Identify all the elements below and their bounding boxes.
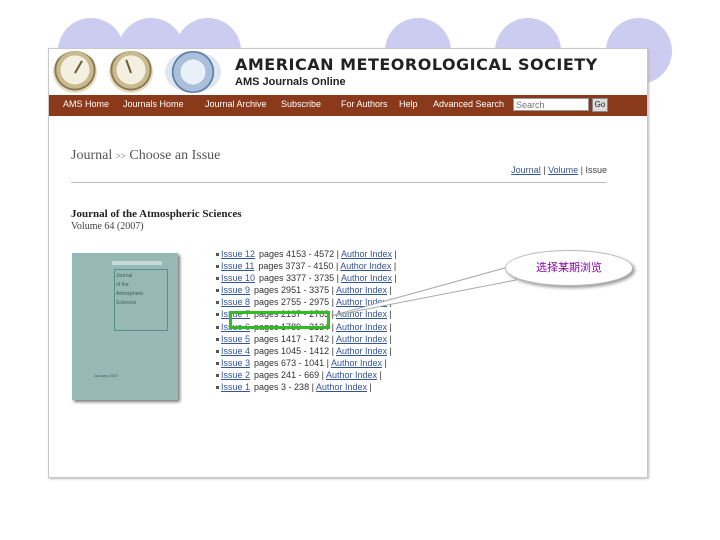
- nav-help[interactable]: Help: [399, 99, 418, 109]
- issue-pages: pages 2951 - 3375: [254, 285, 330, 296]
- bullet-icon: [216, 337, 219, 341]
- bullet-icon: [216, 325, 219, 329]
- issue-pages: pages 1045 - 1412: [254, 345, 330, 356]
- journal-title: Journal of the Atmospheric Sciences: [71, 208, 242, 220]
- nav-journals-home[interactable]: Journals Home: [123, 99, 184, 109]
- author-index-link[interactable]: Author Index: [341, 273, 392, 283]
- breadcrumb-sep: |: [543, 165, 546, 175]
- bullet-icon: [216, 373, 219, 377]
- breadcrumb-sep: |: [580, 165, 583, 175]
- ams-seal-logo: [165, 51, 221, 93]
- bullet-icon: [216, 301, 219, 305]
- nav-bar: AMS Home Journals Home Journal Archive S…: [49, 95, 647, 116]
- barometer-icon: [53, 51, 97, 93]
- list-item: Issue 10 pages 3377 - 3735 | Author Index…: [216, 272, 397, 284]
- list-item: Issue 1 pages 3 - 238 | Author Index |: [216, 381, 397, 393]
- cover-title-line: Atmospheric: [116, 291, 144, 297]
- journal-cover-image: Journal of the Atmospheric Sciences Janu…: [72, 253, 178, 400]
- bullet-icon: [216, 265, 219, 269]
- issue-pages: pages 673 - 1041: [254, 357, 325, 368]
- bullet-icon: [216, 386, 219, 390]
- issue-link[interactable]: Issue 1: [221, 382, 250, 392]
- cover-title-line: of the: [116, 282, 129, 288]
- nav-ams-home[interactable]: AMS Home: [63, 99, 109, 109]
- author-index-link[interactable]: Author Index: [316, 382, 367, 392]
- page-title: Journal >> Choose an Issue: [71, 148, 220, 164]
- divider: [71, 182, 607, 183]
- author-index-link[interactable]: Author Index: [336, 346, 387, 356]
- list-item: Issue 2 pages 241 - 669 | Author Index |: [216, 369, 397, 381]
- bullet-icon: [216, 253, 219, 256]
- issue-link[interactable]: Issue 8: [221, 297, 250, 307]
- issue-link[interactable]: Issue 5: [221, 334, 250, 344]
- issue-pages: pages 4153 - 4572: [259, 249, 335, 259]
- issue-pages: pages 3377 - 3735: [259, 273, 335, 284]
- issue-pages: pages 241 - 669: [254, 369, 320, 380]
- selection-highlight: [229, 311, 330, 329]
- breadcrumb-issue: Issue: [585, 165, 607, 175]
- callout-bubble: 选择某期浏览: [505, 250, 633, 286]
- bullet-icon: [216, 289, 219, 293]
- cover-strip: [112, 261, 162, 265]
- page-title-journal: Journal: [71, 148, 113, 163]
- breadcrumb-journal[interactable]: Journal: [511, 165, 541, 175]
- issue-pages: pages 1417 - 1742: [254, 333, 330, 344]
- page-title-separator: >>: [115, 151, 126, 161]
- nav-advanced-search[interactable]: Advanced Search: [433, 99, 504, 109]
- issue-link[interactable]: Issue 11: [221, 261, 254, 271]
- nav-journal-archive[interactable]: Journal Archive: [205, 99, 267, 109]
- journal-volume: Volume 64 (2007): [71, 221, 144, 232]
- issue-pages: pages 3 - 238: [254, 382, 310, 393]
- page-title-text: Choose an Issue: [129, 148, 221, 163]
- bullet-icon: [216, 361, 219, 365]
- list-item: Issue 12 pages 4153 - 4572 | Author Index…: [216, 248, 397, 260]
- bullet-icon: [216, 349, 219, 353]
- author-index-link[interactable]: Author Index: [331, 358, 382, 368]
- author-index-link[interactable]: Author Index: [326, 370, 377, 380]
- go-button[interactable]: Go: [592, 98, 608, 112]
- site-banner: AMERICAN METEOROLOGICAL SOCIETY AMS Jour…: [49, 49, 647, 95]
- author-index-link[interactable]: Author Index: [336, 322, 387, 332]
- breadcrumb: Journal | Volume | Issue: [511, 165, 607, 175]
- list-item: Issue 3 pages 673 - 1041 | Author Index |: [216, 357, 397, 369]
- org-name: AMERICAN METEOROLOGICAL SOCIETY: [235, 55, 598, 74]
- author-index-link[interactable]: Author Index: [341, 249, 392, 259]
- issue-link[interactable]: Issue 2: [221, 370, 250, 380]
- bullet-icon: [216, 277, 219, 281]
- issue-link[interactable]: Issue 10: [221, 273, 255, 283]
- search-input[interactable]: [513, 98, 589, 111]
- author-index-link[interactable]: Author Index: [340, 261, 391, 271]
- cover-footer: January 2007: [94, 373, 119, 378]
- breadcrumb-volume[interactable]: Volume: [548, 165, 578, 175]
- author-index-link[interactable]: Author Index: [336, 309, 387, 319]
- org-subtitle: AMS Journals Online: [235, 76, 346, 88]
- author-index-link[interactable]: Author Index: [336, 334, 387, 344]
- barometer-icon: [109, 51, 153, 93]
- issue-link[interactable]: Issue 9: [221, 285, 250, 295]
- cover-title-line: Journal: [116, 273, 133, 279]
- author-index-link[interactable]: Author Index: [336, 297, 387, 307]
- bullet-icon: [216, 313, 219, 317]
- issue-link[interactable]: Issue 3: [221, 358, 250, 368]
- list-item: Issue 9 pages 2951 - 3375 | Author Index …: [216, 284, 397, 296]
- issue-link[interactable]: Issue 12: [221, 249, 255, 259]
- list-item: Issue 8 pages 2755 - 2975 | Author Index …: [216, 296, 397, 308]
- issue-pages: pages 2755 - 2975: [254, 297, 330, 308]
- issue-pages: pages 3737 - 4150: [258, 261, 334, 272]
- list-item: Issue 11 pages 3737 - 4150 | Author Index…: [216, 260, 397, 272]
- list-item: Issue 4 pages 1045 - 1412 | Author Index …: [216, 345, 397, 357]
- nav-for-authors[interactable]: For Authors: [341, 99, 388, 109]
- issue-link[interactable]: Issue 4: [221, 346, 250, 356]
- list-item: Issue 5 pages 1417 - 1742 | Author Index …: [216, 333, 397, 345]
- author-index-link[interactable]: Author Index: [336, 285, 387, 295]
- cover-title-line: Sciences: [116, 300, 137, 306]
- nav-subscribe[interactable]: Subscribe: [281, 99, 321, 109]
